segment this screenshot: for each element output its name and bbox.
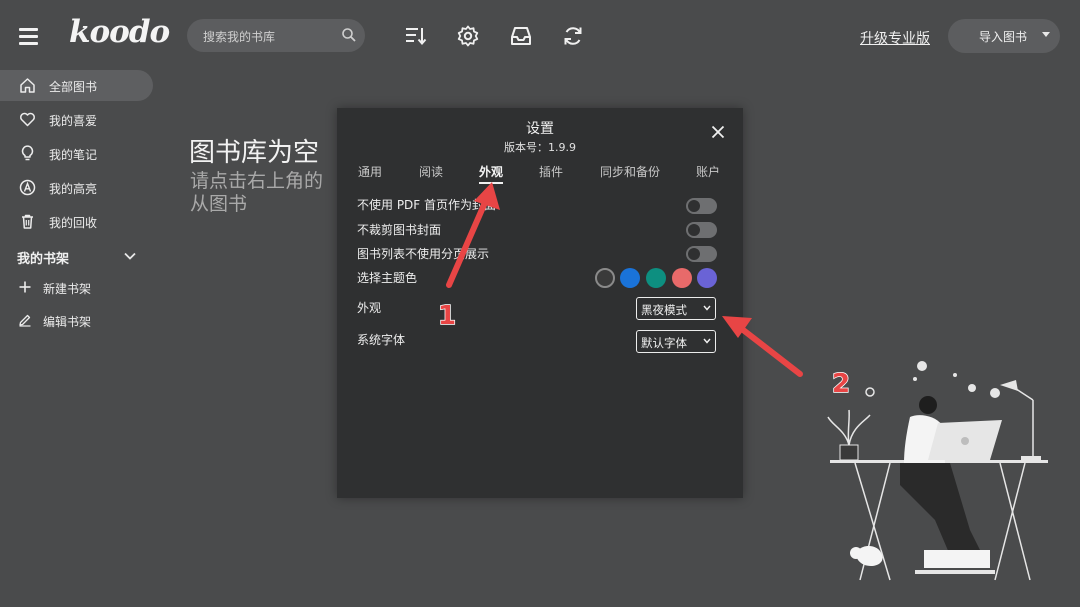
import-button[interactable]: 导入图书 bbox=[948, 19, 1060, 53]
gear-icon[interactable] bbox=[456, 24, 480, 48]
tab-appearance[interactable]: 外观 bbox=[479, 163, 503, 180]
sidebar-item-favorites[interactable]: 我的喜爱 bbox=[0, 104, 153, 135]
crop-cover-label: 不裁剪图书封面 bbox=[357, 223, 442, 237]
chevron-down-icon[interactable] bbox=[1042, 32, 1050, 37]
import-button-label: 导入图书 bbox=[979, 30, 1028, 44]
sidebar-item-label: 我的喜爱 bbox=[49, 114, 98, 128]
settings-title: 设置 bbox=[526, 121, 554, 137]
pagination-label: 图书列表不使用分页展示 bbox=[357, 247, 490, 261]
edit-shelf-button[interactable]: 编辑书架 bbox=[0, 308, 150, 334]
home-icon bbox=[20, 78, 35, 93]
sort-icon[interactable] bbox=[404, 24, 428, 48]
crop-cover-toggle[interactable] bbox=[686, 222, 717, 238]
heart-icon bbox=[20, 112, 35, 127]
tab-reading[interactable]: 阅读 bbox=[419, 163, 443, 180]
theme-swatch-green[interactable] bbox=[646, 268, 666, 288]
sidebar-item-highlights[interactable]: 我的高亮 bbox=[0, 172, 153, 203]
pencil-icon bbox=[19, 314, 31, 327]
empty-library-title: 图书库为空 bbox=[189, 138, 320, 168]
edit-shelf-label: 编辑书架 bbox=[43, 315, 92, 329]
menu-icon[interactable] bbox=[19, 28, 38, 45]
version-label: 版本号：1.9.9 bbox=[504, 141, 576, 154]
appearance-select[interactable]: 黑夜模式 bbox=[636, 297, 716, 320]
theme-swatch-red[interactable] bbox=[672, 268, 692, 288]
pdf-cover-label: 不使用 PDF 首页作为封面 bbox=[357, 198, 497, 212]
empty-library-subtitle: 请点击右上角的从图书 bbox=[190, 170, 324, 215]
theme-swatch-purple[interactable] bbox=[697, 268, 717, 288]
sidebar-item-notes[interactable]: 我的笔记 bbox=[0, 138, 153, 169]
system-font-select-value: 默认字体 bbox=[641, 336, 687, 350]
pagination-toggle[interactable] bbox=[686, 246, 717, 262]
lightbulb-icon bbox=[21, 145, 34, 161]
search-input[interactable] bbox=[201, 19, 335, 54]
trash-icon bbox=[22, 214, 33, 229]
app-logo: koodo bbox=[69, 14, 170, 50]
new-shelf-label: 新建书架 bbox=[43, 282, 92, 296]
tab-account[interactable]: 账户 bbox=[696, 163, 720, 180]
sidebar-item-label: 全部图书 bbox=[49, 80, 98, 94]
search-bar[interactable] bbox=[187, 19, 365, 54]
new-shelf-button[interactable]: 新建书架 bbox=[0, 275, 150, 301]
plus-icon bbox=[19, 281, 31, 293]
chevron-down-icon bbox=[703, 305, 711, 311]
sidebar-item-trash[interactable]: 我的回收 bbox=[0, 206, 153, 237]
pdf-cover-toggle[interactable] bbox=[686, 198, 717, 214]
chevron-down-icon bbox=[703, 338, 711, 344]
active-tab-indicator bbox=[479, 182, 503, 184]
system-font-select[interactable]: 默认字体 bbox=[636, 330, 716, 353]
theme-swatch-dark[interactable] bbox=[595, 268, 615, 288]
settings-dialog: 设置 版本号：1.9.9 通用 阅读 外观 插件 同步和备份 账户 不使用 PD… bbox=[337, 108, 743, 498]
system-font-label: 系统字体 bbox=[357, 333, 406, 347]
tab-sync-backup[interactable]: 同步和备份 bbox=[600, 163, 660, 180]
sidebar-item-label: 我的笔记 bbox=[49, 148, 98, 162]
appearance-select-value: 黑夜模式 bbox=[641, 303, 687, 317]
tab-general[interactable]: 通用 bbox=[358, 163, 382, 180]
search-icon[interactable] bbox=[341, 27, 357, 43]
inbox-icon[interactable] bbox=[509, 24, 533, 48]
theme-color-label: 选择主题色 bbox=[357, 271, 418, 285]
sidebar-item-label: 我的回收 bbox=[49, 216, 98, 230]
sidebar-item-all-books[interactable]: 全部图书 bbox=[0, 70, 153, 101]
upgrade-link[interactable]: 升级专业版 bbox=[860, 28, 930, 48]
sync-icon[interactable] bbox=[561, 24, 585, 48]
theme-swatch-blue[interactable] bbox=[620, 268, 640, 288]
appearance-label: 外观 bbox=[357, 301, 382, 315]
tab-plugins[interactable]: 插件 bbox=[539, 163, 563, 180]
chevron-down-icon[interactable] bbox=[123, 251, 137, 261]
empty-state-illustration bbox=[827, 361, 1048, 581]
close-icon[interactable] bbox=[711, 125, 725, 139]
sidebar-item-label: 我的高亮 bbox=[49, 182, 98, 196]
highlight-icon bbox=[19, 179, 36, 196]
shelf-heading[interactable]: 我的书架 bbox=[17, 248, 69, 267]
